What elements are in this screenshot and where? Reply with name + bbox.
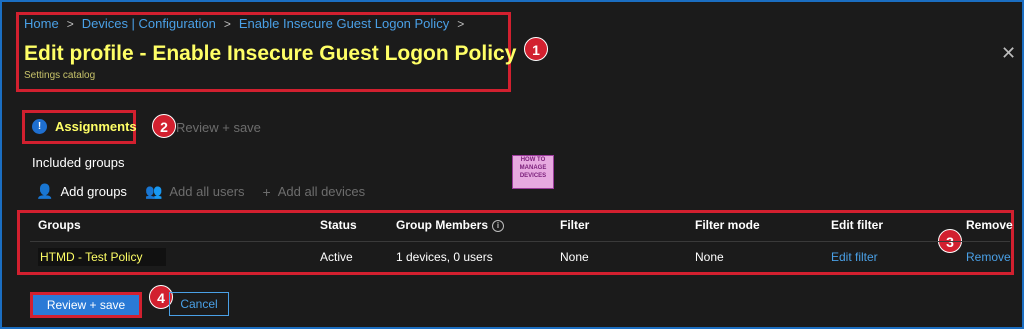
page-subtitle: Settings catalog	[24, 70, 96, 81]
group-name-label: HTMD - Test Policy	[38, 248, 167, 266]
tab-review-save[interactable]: Review + save	[176, 120, 261, 135]
info-icon: i	[492, 219, 505, 232]
header-edit-filter: Edit filter	[831, 218, 884, 232]
add-all-users-button[interactable]: 👥 Add all users	[145, 183, 245, 200]
cell-group-members: 1 devices, 0 users	[396, 250, 493, 264]
add-user-icon: 👤	[36, 183, 54, 199]
tab-assignments[interactable]: ! Assignments	[32, 119, 137, 134]
review-save-button[interactable]: Review + save	[30, 292, 142, 318]
remove-link[interactable]: Remove	[966, 250, 1011, 264]
header-groups: Groups	[38, 218, 81, 232]
plus-icon: +	[262, 183, 271, 200]
add-groups-label: Add groups	[60, 184, 127, 199]
assignment-toolbar: 👤 Add groups 👥 Add all users + Add all d…	[36, 183, 365, 200]
header-group-members: Group Members i	[396, 218, 505, 232]
close-icon[interactable]: ✕	[1001, 43, 1016, 64]
add-all-users-label: Add all users	[169, 184, 245, 199]
cancel-button[interactable]: Cancel	[169, 292, 229, 316]
edit-filter-link[interactable]: Edit filter	[831, 250, 878, 264]
users-icon: 👥	[144, 183, 163, 199]
add-groups-button[interactable]: 👤 Add groups	[36, 183, 127, 200]
info-icon: !	[32, 119, 47, 134]
cell-status: Active	[320, 250, 353, 264]
page-title: Edit profile - Enable Insecure Guest Log…	[24, 42, 517, 65]
cell-filter: None	[560, 250, 589, 264]
callout-badge-1: 1	[524, 37, 548, 61]
header-status: Status	[320, 218, 357, 232]
callout-badge-2: 2	[152, 114, 176, 138]
cell-filter-mode: None	[695, 250, 724, 264]
header-filter: Filter	[560, 218, 590, 232]
logo-line: MANAGE	[519, 165, 547, 171]
table-row-divider	[30, 241, 1010, 242]
header-filter-mode: Filter mode	[695, 218, 760, 232]
included-groups-label: Included groups	[32, 155, 125, 170]
how-to-manage-devices-logo: HOW TO MANAGE DEVICES	[512, 155, 554, 189]
cell-group-name: HTMD - Test Policy	[38, 248, 167, 266]
add-all-devices-button[interactable]: + Add all devices	[263, 184, 366, 200]
logo-line: HOW TO	[520, 157, 546, 163]
header-group-members-label: Group Members	[396, 218, 489, 232]
add-all-devices-label: Add all devices	[277, 184, 366, 199]
tab-assignments-label: Assignments	[55, 119, 137, 134]
logo-line: DEVICES	[519, 173, 547, 179]
header-remove: Remove	[966, 218, 1013, 232]
